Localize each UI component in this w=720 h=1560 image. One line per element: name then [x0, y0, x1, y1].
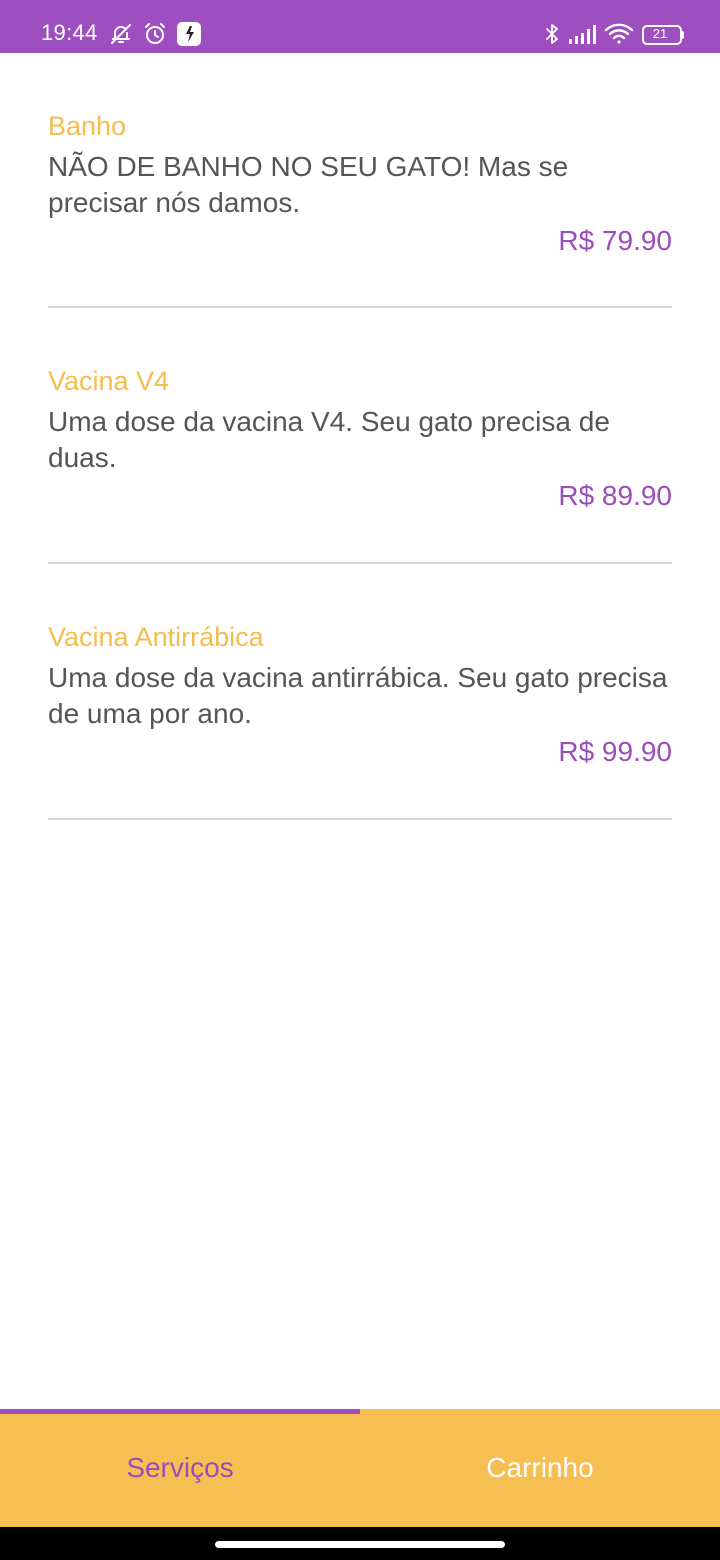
service-name: Vacina V4 — [48, 366, 170, 396]
service-item-banho[interactable]: Banho NÃO DE BANHO NO SEU GATO! Mas se p… — [48, 53, 672, 308]
status-left-icons — [109, 20, 201, 48]
service-item-vacina-antirrabica[interactable]: Vacina Antirrábica Uma dose da vacina an… — [48, 564, 672, 820]
tab-servicos[interactable]: Serviços — [0, 1409, 360, 1527]
bottom-navigation: Serviços Carrinho — [0, 1409, 720, 1527]
service-list: Banho NÃO DE BANHO NO SEU GATO! Mas se p… — [48, 53, 672, 820]
service-price: R$ 89.90 — [558, 480, 672, 511]
tab-selected-indicator — [0, 1409, 360, 1414]
status-bar: 19:44 21 — [0, 0, 720, 53]
alarm-icon — [143, 22, 167, 46]
service-price: R$ 79.90 — [558, 225, 672, 256]
tab-label: Carrinho — [486, 1452, 594, 1483]
battery-icon: 21 — [642, 24, 684, 45]
wifi-icon — [604, 23, 634, 45]
service-item-vacina-v4[interactable]: Vacina V4 Uma dose da vacina V4. Seu gat… — [48, 308, 672, 564]
system-navigation-bar — [0, 1527, 720, 1560]
signal-icon — [568, 23, 596, 45]
service-name: Banho — [48, 111, 127, 141]
notifications-muted-icon — [109, 22, 133, 46]
status-time: 19:44 — [41, 20, 98, 45]
service-description: Uma dose da vacina antirrábica. Seu gato… — [48, 662, 668, 729]
bluetooth-icon — [544, 22, 560, 46]
service-price: R$ 99.90 — [558, 736, 672, 767]
tab-carrinho[interactable]: Carrinho — [360, 1409, 720, 1527]
service-description: Uma dose da vacina V4. Seu gato precisa … — [48, 406, 610, 473]
service-name: Vacina Antirrábica — [48, 622, 264, 652]
status-right-icons: 21 — [544, 20, 684, 48]
tab-label: Serviços — [126, 1452, 234, 1483]
battery-tip — [681, 31, 684, 39]
battery-level: 21 — [652, 26, 668, 41]
app-notification-icon — [177, 22, 201, 46]
home-indicator[interactable] — [215, 1541, 505, 1548]
service-description: NÃO DE BANHO NO SEU GATO! Mas se precisa… — [48, 151, 569, 218]
